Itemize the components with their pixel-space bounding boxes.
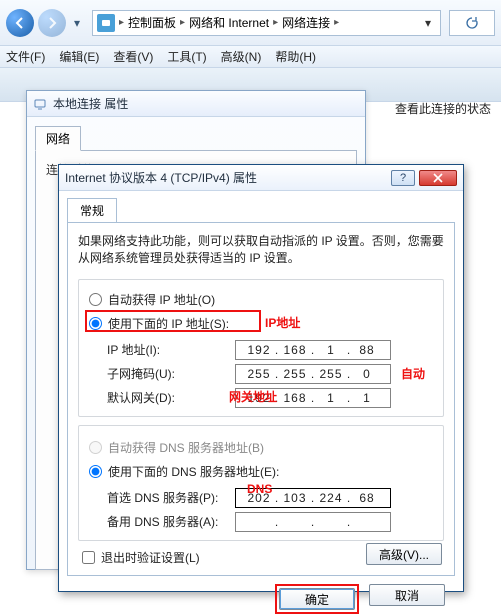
radio-manual-dns[interactable]: 使用下面的 DNS 服务器地址(E): bbox=[89, 463, 279, 480]
ip-address-label: IP 地址(I): bbox=[107, 341, 235, 358]
menu-edit[interactable]: 编辑(E) bbox=[59, 48, 99, 65]
cancel-button[interactable]: 取消 bbox=[369, 584, 445, 606]
ipv4-properties-dialog: Internet 协议版本 4 (TCP/IPv4) 属性 ? 常规 如果网络支… bbox=[58, 164, 464, 592]
validate-label: 退出时验证设置(L) bbox=[101, 549, 200, 566]
chevron-right-icon: ▸ bbox=[119, 17, 124, 28]
annotation-gateway: 网关地址 bbox=[229, 388, 277, 405]
radio-auto-dns: 自动获得 DNS 服务器地址(B) bbox=[89, 439, 264, 456]
dialog-title: Internet 协议版本 4 (TCP/IPv4) 属性 bbox=[65, 169, 391, 186]
explorer-topbar: ▾ ▸ 控制面板 ▸ 网络和 Internet ▸ 网络连接 ▸ ▾ bbox=[0, 0, 501, 46]
dns2-input[interactable]: . . . bbox=[235, 512, 391, 532]
tab-network[interactable]: 网络 bbox=[35, 126, 81, 151]
breadcrumb-item[interactable]: 控制面板 bbox=[128, 14, 176, 31]
refresh-pane[interactable] bbox=[449, 10, 495, 36]
ip-group: 自动获得 IP 地址(O) 使用下面的 IP 地址(S): IP地址 IP 地址… bbox=[78, 279, 444, 417]
refresh-icon bbox=[465, 16, 479, 30]
menu-tools[interactable]: 工具(T) bbox=[167, 48, 206, 65]
radio-auto-ip[interactable]: 自动获得 IP 地址(O) bbox=[89, 291, 215, 308]
validate-checkbox[interactable] bbox=[82, 551, 95, 564]
status-text: 查看此连接的状态 bbox=[395, 100, 491, 117]
menu-bar: 文件(F) 编辑(E) 查看(V) 工具(T) 高级(N) 帮助(H) bbox=[0, 46, 501, 68]
subnet-mask-label: 子网掩码(U): bbox=[107, 365, 235, 382]
dialog-title-bar[interactable]: Internet 协议版本 4 (TCP/IPv4) 属性 ? bbox=[59, 165, 463, 191]
menu-advanced[interactable]: 高级(N) bbox=[221, 48, 262, 65]
annotation-dns: DNS bbox=[247, 482, 272, 496]
description-text: 如果网络支持此功能，则可以获取自动指派的 IP 设置。否则，您需要从网络系统管理… bbox=[78, 233, 444, 267]
highlight-frame: 确定 bbox=[275, 584, 359, 614]
close-button[interactable] bbox=[419, 170, 457, 186]
close-icon bbox=[432, 173, 444, 183]
dialog-title-bar[interactable]: 本地连接 属性 bbox=[27, 91, 365, 117]
dns-group: 自动获得 DNS 服务器地址(B) 使用下面的 DNS 服务器地址(E): 首选… bbox=[78, 425, 444, 541]
ip-address-input[interactable]: 192. 168. 1. 88 bbox=[235, 340, 391, 360]
menu-help[interactable]: 帮助(H) bbox=[275, 48, 316, 65]
tab-general[interactable]: 常规 bbox=[67, 198, 117, 223]
subnet-mask-input[interactable]: 255. 255. 255. 0 bbox=[235, 364, 391, 384]
advanced-button[interactable]: 高级(V)... bbox=[366, 543, 442, 565]
dns2-label: 备用 DNS 服务器(A): bbox=[107, 513, 235, 530]
arrow-left-icon bbox=[14, 17, 26, 29]
menu-file[interactable]: 文件(F) bbox=[6, 48, 45, 65]
breadcrumb[interactable]: ▸ 控制面板 ▸ 网络和 Internet ▸ 网络连接 ▸ ▾ bbox=[92, 10, 441, 36]
network-icon bbox=[33, 97, 47, 111]
back-button[interactable] bbox=[6, 9, 34, 37]
radio-manual-ip[interactable]: 使用下面的 IP 地址(S): bbox=[89, 315, 229, 332]
breadcrumb-item[interactable]: 网络和 Internet bbox=[189, 14, 269, 31]
chevron-right-icon: ▸ bbox=[334, 17, 339, 28]
annotation-ip: IP地址 bbox=[265, 314, 300, 331]
dns1-label: 首选 DNS 服务器(P): bbox=[107, 489, 235, 506]
forward-button[interactable] bbox=[38, 9, 66, 37]
chevron-right-icon: ▸ bbox=[273, 17, 278, 28]
chevron-right-icon: ▸ bbox=[180, 17, 185, 28]
menu-view[interactable]: 查看(V) bbox=[113, 48, 153, 65]
annotation-auto: 自动 bbox=[401, 365, 425, 382]
dialog-title: 本地连接 属性 bbox=[53, 95, 128, 112]
help-button[interactable]: ? bbox=[391, 170, 415, 186]
arrow-right-icon bbox=[46, 17, 58, 29]
breadcrumb-item[interactable]: 网络连接 bbox=[282, 14, 330, 31]
network-icon bbox=[97, 14, 115, 32]
gateway-label: 默认网关(D): bbox=[107, 389, 235, 406]
chevron-down-icon[interactable]: ▾ bbox=[420, 16, 436, 30]
history-dropdown[interactable]: ▾ bbox=[70, 14, 84, 32]
